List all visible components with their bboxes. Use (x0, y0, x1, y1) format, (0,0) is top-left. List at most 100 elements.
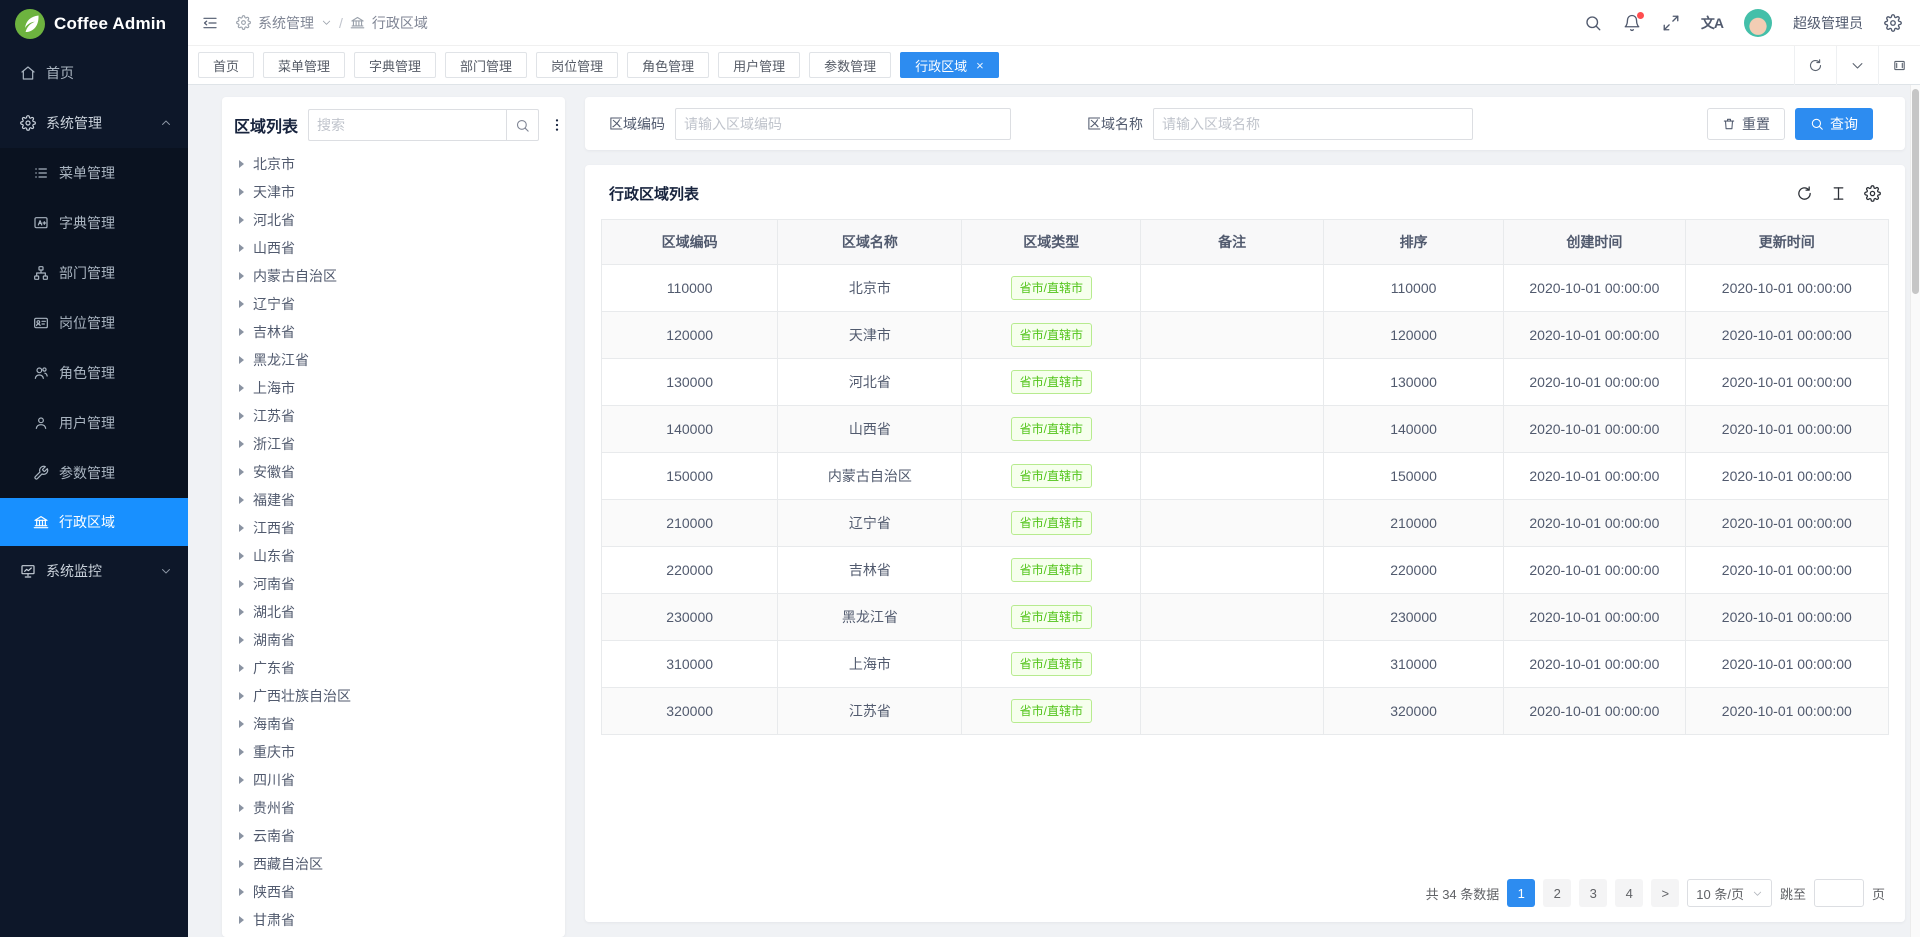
sidebar-item-role-management[interactable]: 角色管理 (0, 348, 188, 398)
tree-item[interactable]: 河北省 (234, 206, 553, 234)
sidebar-item-system-management[interactable]: 系统管理 (0, 98, 188, 148)
tree-item[interactable]: 甘肃省 (234, 906, 553, 934)
caret-right-icon[interactable] (239, 720, 244, 728)
caret-right-icon[interactable] (239, 888, 244, 896)
caret-right-icon[interactable] (239, 244, 244, 252)
caret-right-icon[interactable] (239, 776, 244, 784)
caret-right-icon[interactable] (239, 272, 244, 280)
sidebar-item-dept-management[interactable]: 部门管理 (0, 248, 188, 298)
tree-item[interactable]: 山东省 (234, 542, 553, 570)
tree-item[interactable]: 北京市 (234, 150, 553, 178)
tab[interactable]: 部门管理 (445, 52, 527, 78)
avatar[interactable] (1744, 9, 1772, 37)
tree-item[interactable]: 天津市 (234, 178, 553, 206)
tab[interactable]: 字典管理 (354, 52, 436, 78)
refresh-tab-button[interactable] (1794, 46, 1836, 85)
tree-item[interactable]: 浙江省 (234, 430, 553, 458)
caret-right-icon[interactable] (239, 216, 244, 224)
pagination-page-button[interactable]: 3 (1579, 879, 1607, 907)
sidebar-item-post-management[interactable]: 岗位管理 (0, 298, 188, 348)
tree-item[interactable]: 山西省 (234, 234, 553, 262)
breadcrumb-item-system[interactable]: 系统管理 (258, 13, 314, 33)
row-height-icon[interactable] (1830, 185, 1847, 202)
tree-item[interactable]: 湖北省 (234, 598, 553, 626)
tree-item[interactable]: 贵州省 (234, 794, 553, 822)
tree-item[interactable]: 辽宁省 (234, 290, 553, 318)
tree-more-button[interactable] (549, 117, 565, 133)
tree-item[interactable]: 海南省 (234, 710, 553, 738)
reset-button[interactable]: 重置 (1707, 108, 1785, 140)
jump-to-page-input[interactable] (1814, 879, 1864, 907)
tree-item[interactable]: 吉林省 (234, 318, 553, 346)
tree-item[interactable]: 西藏自治区 (234, 850, 553, 878)
tree-search-input[interactable] (308, 109, 506, 141)
tree-item[interactable]: 广东省 (234, 654, 553, 682)
caret-right-icon[interactable] (239, 328, 244, 336)
caret-right-icon[interactable] (239, 580, 244, 588)
caret-right-icon[interactable] (239, 440, 244, 448)
caret-right-icon[interactable] (239, 832, 244, 840)
caret-right-icon[interactable] (239, 356, 244, 364)
tree-item[interactable]: 内蒙古自治区 (234, 262, 553, 290)
sidebar-item-menu-management[interactable]: 菜单管理 (0, 148, 188, 198)
sidebar-item-system-monitor[interactable]: 系统监控 (0, 546, 188, 596)
sidebar-item-dict-management[interactable]: 字典管理 (0, 198, 188, 248)
tree-item[interactable]: 重庆市 (234, 738, 553, 766)
pagination-page-button[interactable]: 1 (1507, 879, 1535, 907)
caret-right-icon[interactable] (239, 916, 244, 924)
caret-right-icon[interactable] (239, 804, 244, 812)
gear-icon[interactable] (1864, 185, 1881, 202)
tab-list-dropdown-button[interactable] (1836, 46, 1878, 85)
maximize-content-button[interactable] (1878, 46, 1920, 85)
tree-item[interactable]: 陕西省 (234, 878, 553, 906)
tab[interactable]: 用户管理 (718, 52, 800, 78)
caret-right-icon[interactable] (239, 496, 244, 504)
tree-item[interactable]: 广西壮族自治区 (234, 682, 553, 710)
caret-right-icon[interactable] (239, 692, 244, 700)
tab-close-icon[interactable]: × (976, 59, 984, 72)
caret-right-icon[interactable] (239, 524, 244, 532)
user-name[interactable]: 超级管理员 (1793, 13, 1863, 33)
language-switch-icon[interactable]: 文A (1701, 13, 1723, 33)
sidebar-item-param-management[interactable]: 参数管理 (0, 448, 188, 498)
caret-right-icon[interactable] (239, 384, 244, 392)
scrollbar-thumb[interactable] (1912, 89, 1919, 294)
tree-search-button[interactable] (506, 109, 539, 141)
tab[interactable]: 角色管理 (627, 52, 709, 78)
notifications-button[interactable] (1623, 14, 1641, 32)
pagination-page-button[interactable]: 2 (1543, 879, 1571, 907)
tree-item[interactable]: 福建省 (234, 486, 553, 514)
page-size-select[interactable]: 10 条/页 (1687, 879, 1772, 907)
tree-item[interactable]: 江苏省 (234, 402, 553, 430)
caret-right-icon[interactable] (239, 552, 244, 560)
caret-right-icon[interactable] (239, 412, 244, 420)
tree-item[interactable]: 安徽省 (234, 458, 553, 486)
caret-right-icon[interactable] (239, 300, 244, 308)
caret-right-icon[interactable] (239, 748, 244, 756)
tab[interactable]: 菜单管理 (263, 52, 345, 78)
caret-right-icon[interactable] (239, 160, 244, 168)
caret-right-icon[interactable] (239, 860, 244, 868)
gear-icon[interactable] (1884, 14, 1902, 32)
pagination-next-button[interactable]: > (1651, 879, 1679, 907)
refresh-icon[interactable] (1796, 185, 1813, 202)
tree-item[interactable]: 云南省 (234, 822, 553, 850)
tab[interactable]: 岗位管理 (536, 52, 618, 78)
caret-right-icon[interactable] (239, 664, 244, 672)
tab[interactable]: 首页 (198, 52, 254, 78)
tab[interactable]: 参数管理 (809, 52, 891, 78)
tree-item[interactable]: 湖南省 (234, 626, 553, 654)
page-scrollbar[interactable] (1910, 85, 1920, 937)
tree-item[interactable]: 河南省 (234, 570, 553, 598)
tree-item[interactable]: 黑龙江省 (234, 346, 553, 374)
tree-item[interactable]: 上海市 (234, 374, 553, 402)
pagination-page-button[interactable]: 4 (1615, 879, 1643, 907)
tab[interactable]: 行政区域× (900, 52, 999, 78)
region-name-input[interactable] (1153, 108, 1473, 140)
search-icon[interactable] (1584, 14, 1602, 32)
sidebar-item-home[interactable]: 首页 (0, 48, 188, 98)
fullscreen-icon[interactable] (1662, 14, 1680, 32)
tree-item[interactable]: 四川省 (234, 766, 553, 794)
region-code-input[interactable] (675, 108, 1011, 140)
caret-right-icon[interactable] (239, 636, 244, 644)
